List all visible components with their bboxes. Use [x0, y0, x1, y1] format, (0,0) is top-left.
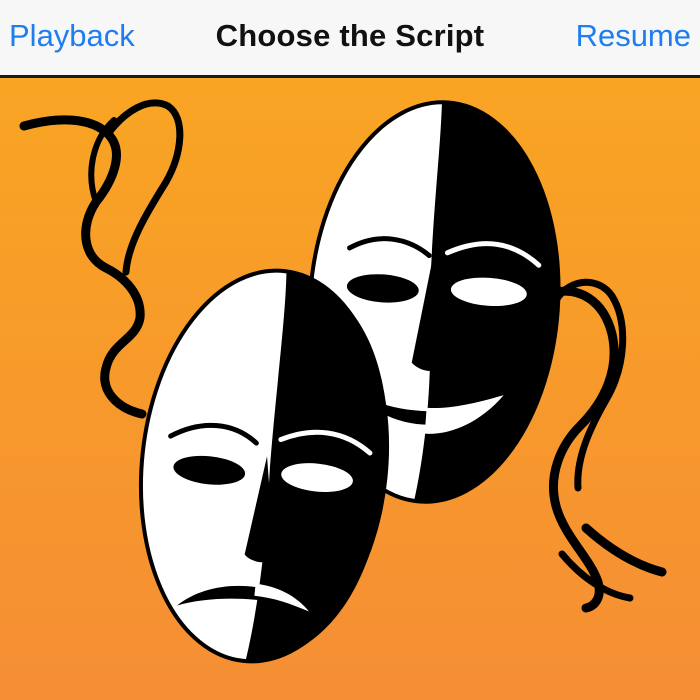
app-screen: Playback Choose the Script Resume: [0, 0, 700, 700]
script-artwork-area: [0, 78, 700, 700]
right-ribbon: [543, 278, 667, 613]
left-ribbon: [19, 99, 184, 419]
navigation-bar: Playback Choose the Script Resume: [0, 0, 700, 78]
resume-button[interactable]: Resume: [576, 14, 691, 58]
theater-masks-icon: [19, 99, 667, 664]
